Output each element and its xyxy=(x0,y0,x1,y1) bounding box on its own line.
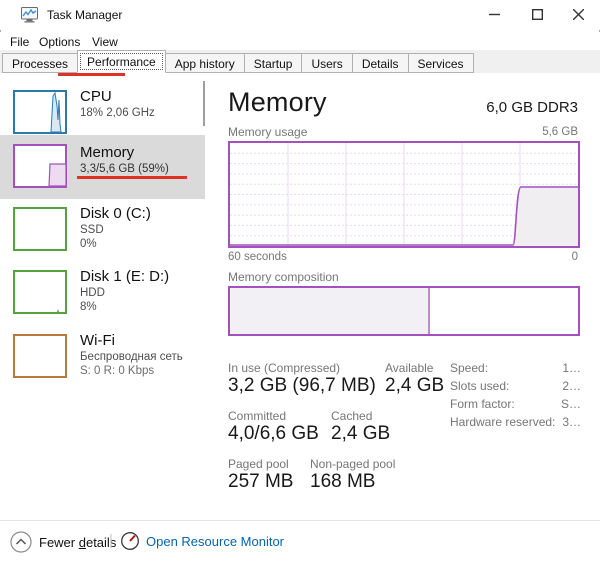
stat-value-in-use: 3,2 GB (96,7 MB) xyxy=(228,375,376,396)
sidebar-item-detail: 18% 2,06 GHz xyxy=(80,107,155,119)
detail-value: 3… xyxy=(562,415,581,429)
stat-label-nonpaged: Non-paged pool xyxy=(310,457,396,471)
memory-usage-chart[interactable] xyxy=(228,141,580,248)
detail-label: Speed: xyxy=(450,361,489,375)
composition-in-use-segment[interactable] xyxy=(230,288,430,334)
usage-x-right: 0 xyxy=(571,251,578,263)
sidebar-item-wifi[interactable]: Wi-Fi Беспроводная сеть S: 0 R: 0 Kbps xyxy=(0,328,205,388)
close-button[interactable] xyxy=(561,0,595,29)
menu-bar: File Options View xyxy=(0,32,600,51)
sidebar-item-label: Disk 0 (C:) xyxy=(80,205,151,222)
stat-label-committed: Committed xyxy=(228,409,287,423)
maximize-button[interactable] xyxy=(520,0,554,29)
close-icon xyxy=(572,9,584,20)
tab-details[interactable]: Details xyxy=(351,53,409,73)
task-manager-window: Task Manager File Options View Processes… xyxy=(0,0,600,564)
sidebar-item-detail2: 8% xyxy=(80,301,97,313)
window-title: Task Manager xyxy=(47,8,123,22)
detail-label: Slots used: xyxy=(450,379,510,393)
detail-label: Hardware reserved: xyxy=(450,415,556,429)
page-title: Memory xyxy=(228,87,327,117)
fewer-details-label: Fewer details xyxy=(39,534,117,550)
resource-monitor-label: Open Resource Monitor xyxy=(146,533,285,549)
sidebar-item-detail: Беспроводная сеть xyxy=(80,351,183,363)
footer-separator: | xyxy=(109,532,113,549)
usage-x-left: 60 seconds xyxy=(228,251,287,263)
menu-options[interactable]: Options xyxy=(37,34,82,50)
fewer-details-button[interactable]: Fewer details xyxy=(10,531,116,553)
stat-label-cached: Cached xyxy=(331,409,373,423)
open-resource-monitor-link[interactable]: Open Resource Monitor xyxy=(120,531,284,551)
red-underline-performance xyxy=(58,73,125,76)
stat-value-cached: 2,4 GB xyxy=(331,423,391,444)
tab-strip: Processes Performance App history Startu… xyxy=(0,50,600,73)
sidebar-item-label: Wi-Fi xyxy=(80,332,115,349)
red-underline-memory xyxy=(77,176,187,179)
minimize-button[interactable] xyxy=(477,0,511,29)
stat-value-paged: 257 MB xyxy=(228,471,294,492)
detail-row-speed: Speed: 1… xyxy=(450,361,581,375)
chevron-up-circle-icon xyxy=(10,531,32,553)
sidebar-item-detail2: 0% xyxy=(80,238,97,250)
tab-app-history[interactable]: App history xyxy=(164,53,245,73)
cpu-thumbnail-chart xyxy=(13,90,67,134)
tab-performance[interactable]: Performance xyxy=(77,50,166,73)
task-manager-icon xyxy=(21,7,38,23)
stat-value-available: 2,4 GB xyxy=(385,375,445,396)
usage-chart-label: Memory usage xyxy=(228,125,308,139)
sidebar-scrollbar-thumb[interactable] xyxy=(203,81,205,126)
sidebar-item-detail2: S: 0 R: 0 Kbps xyxy=(80,365,155,377)
detail-row-hardware-reserved: Hardware reserved: 3… xyxy=(450,415,581,429)
wifi-thumbnail-chart xyxy=(13,334,67,378)
memory-panel: Memory 6,0 GB DDR3 Memory usage 5,6 GB 6… xyxy=(215,73,600,520)
usage-chart-max: 5,6 GB xyxy=(542,126,578,138)
sidebar-item-detail: HDD xyxy=(80,287,105,299)
performance-sidebar: CPU 18% 2,06 GHz Memory 3,3/5,6 GB (59%)… xyxy=(0,73,208,520)
memory-thumbnail-chart xyxy=(13,144,67,188)
stat-value-committed: 4,0/6,6 GB xyxy=(228,423,319,444)
detail-row-form-factor: Form factor: S… xyxy=(450,397,581,411)
detail-value: S… xyxy=(560,397,581,411)
resource-monitor-icon xyxy=(121,532,139,550)
sidebar-item-disk0[interactable]: Disk 0 (C:) SSD 0% xyxy=(0,201,205,261)
tab-services[interactable]: Services xyxy=(407,53,474,73)
sidebar-item-label: Disk 1 (E: D:) xyxy=(80,268,170,285)
maximize-icon xyxy=(531,9,543,20)
memory-composition-bar[interactable] xyxy=(228,286,580,336)
detail-value: 1… xyxy=(562,361,581,375)
tab-startup[interactable]: Startup xyxy=(243,53,303,73)
stat-label-in-use: In use (Compressed) xyxy=(228,361,341,375)
tab-users[interactable]: Users xyxy=(301,53,353,73)
stat-label-paged: Paged pool xyxy=(228,457,289,471)
sidebar-item-memory[interactable]: Memory 3,3/5,6 GB (59%) xyxy=(0,135,205,199)
stat-label-available: Available xyxy=(385,361,434,375)
composition-chart-label: Memory composition xyxy=(228,270,339,284)
disk0-thumbnail-chart xyxy=(13,207,67,251)
sidebar-item-detail: 3,3/5,6 GB (59%) xyxy=(80,163,169,175)
sidebar-item-label: CPU xyxy=(80,88,112,105)
disk1-thumbnail-chart xyxy=(13,270,67,314)
sidebar-item-label: Memory xyxy=(80,144,135,161)
detail-value: 2… xyxy=(562,379,581,393)
detail-row-slots: Slots used: 2… xyxy=(450,379,581,393)
minimize-icon xyxy=(488,13,500,16)
detail-label: Form factor: xyxy=(450,397,515,411)
memory-capacity: 6,0 GB DDR3 xyxy=(486,99,578,116)
tab-processes[interactable]: Processes xyxy=(2,53,79,73)
title-bar: Task Manager xyxy=(0,0,600,30)
footer-bar: Fewer details | Open Resource Monitor xyxy=(0,520,600,564)
stat-value-nonpaged: 168 MB xyxy=(310,471,376,492)
sidebar-item-detail: SSD xyxy=(80,224,104,236)
menu-file[interactable]: File xyxy=(8,34,31,50)
usage-chart-canvas xyxy=(230,143,578,246)
sidebar-item-disk1[interactable]: Disk 1 (E: D:) HDD 8% xyxy=(0,264,205,324)
menu-view[interactable]: View xyxy=(90,34,120,50)
